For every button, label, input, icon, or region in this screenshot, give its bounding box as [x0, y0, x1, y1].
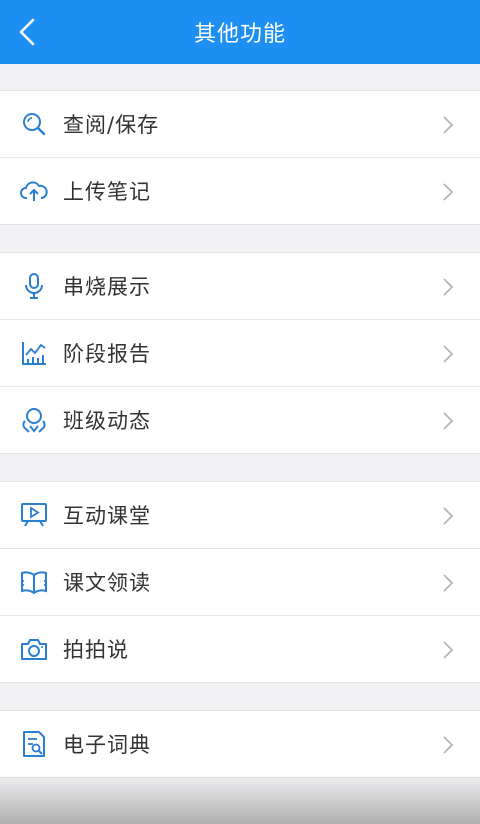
title-bar: 其他功能 — [0, 0, 480, 64]
search-icon — [20, 110, 48, 138]
menu-item-review-save[interactable]: 查阅/保存 — [0, 91, 480, 158]
menu-item-label: 查阅/保存 — [63, 113, 160, 137]
chevron-right-icon — [443, 412, 454, 430]
chevron-right-icon — [443, 574, 454, 592]
menu-item-label: 阶段报告 — [63, 342, 151, 366]
menu-item-upload-notes[interactable]: 上传笔记 — [0, 158, 480, 224]
cloud-upload-icon — [20, 177, 48, 205]
menu-group-4: 电子词典 — [0, 710, 480, 778]
chevron-right-icon — [443, 116, 454, 134]
menu-item-text-reading[interactable]: 课文领读 — [0, 549, 480, 616]
menu-item-class-activity[interactable]: 班级动态 — [0, 387, 480, 453]
page-title: 其他功能 — [193, 22, 286, 47]
chevron-right-icon — [443, 736, 454, 754]
menu-group-1: 查阅/保存 上传笔记 — [0, 90, 480, 225]
menu-item-label: 课文领读 — [63, 571, 151, 595]
chevron-right-icon — [443, 183, 454, 201]
chevron-right-icon — [443, 345, 454, 363]
bottom-shadow — [0, 774, 480, 824]
chart-icon — [20, 339, 48, 367]
chevron-right-icon — [443, 278, 454, 296]
video-board-icon — [20, 501, 48, 529]
open-book-icon — [20, 568, 48, 596]
dictionary-icon — [20, 730, 48, 758]
menu-item-interactive-class[interactable]: 互动课堂 — [0, 482, 480, 549]
chevron-left-icon — [19, 18, 35, 46]
menu-item-label: 电子词典 — [63, 733, 151, 757]
camera-icon — [20, 635, 48, 663]
menu-group-3: 互动课堂 课文领读 拍拍说 — [0, 481, 480, 683]
menu-item-snap-speak[interactable]: 拍拍说 — [0, 616, 480, 682]
menu-item-label: 上传笔记 — [63, 180, 151, 204]
microphone-icon — [20, 272, 48, 300]
menu-item-label: 拍拍说 — [63, 638, 129, 662]
menu-item-label: 班级动态 — [63, 409, 151, 433]
back-button[interactable] — [18, 14, 58, 50]
chevron-right-icon — [443, 507, 454, 525]
group-icon — [20, 406, 48, 434]
menu-group-2: 串烧展示 阶段报告 班级动态 — [0, 252, 480, 454]
chevron-right-icon — [443, 641, 454, 659]
menu-item-skewer-display[interactable]: 串烧展示 — [0, 253, 480, 320]
menu-item-e-dictionary[interactable]: 电子词典 — [0, 711, 480, 777]
menu-item-label: 串烧展示 — [63, 275, 151, 299]
menu-item-label: 互动课堂 — [63, 504, 151, 528]
menu-item-stage-report[interactable]: 阶段报告 — [0, 320, 480, 387]
